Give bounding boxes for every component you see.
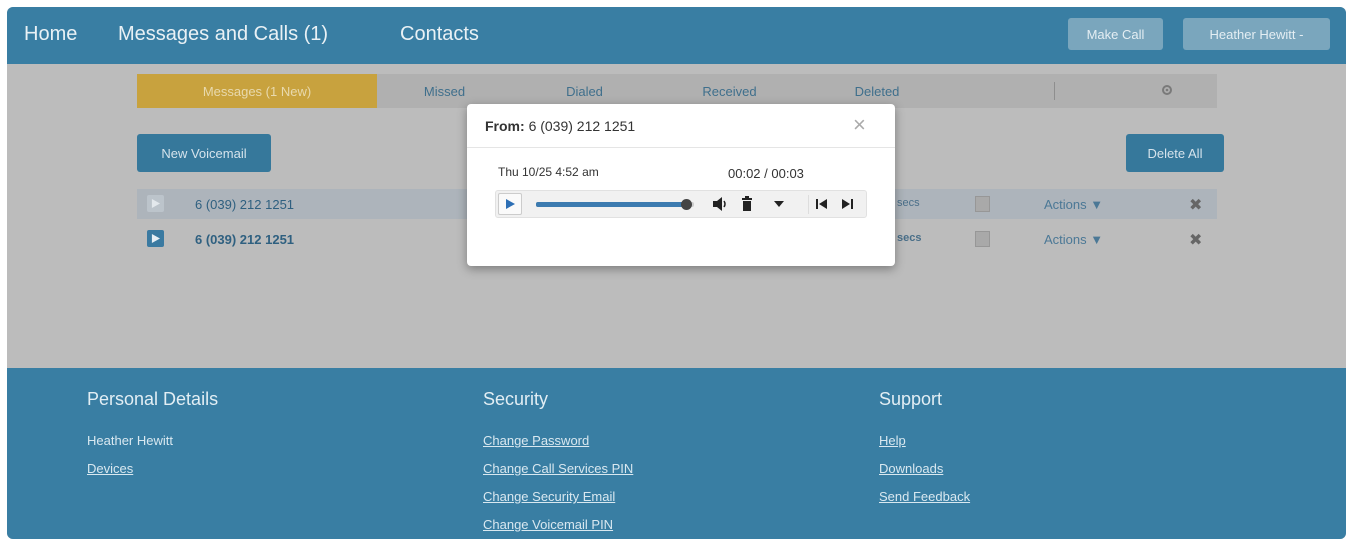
security-heading: Security xyxy=(483,389,549,409)
footer: Personal Details Heather Hewitt Devices … xyxy=(7,368,1346,539)
change-voicemail-pin-link[interactable]: Change Voicemail PIN xyxy=(483,517,613,532)
tab-deleted[interactable]: Deleted xyxy=(802,74,952,108)
dialog-header: From: 6 (039) 212 1251 × xyxy=(467,104,895,148)
app-window: Home Messages and Calls (1) Contacts Mak… xyxy=(7,7,1346,539)
delete-icon[interactable]: ✖ xyxy=(1189,195,1202,215)
gear-icon xyxy=(1161,84,1173,99)
play-icon[interactable] xyxy=(147,195,164,212)
settings-tab[interactable] xyxy=(1147,74,1187,108)
new-voicemail-button[interactable]: New Voicemail xyxy=(137,134,271,172)
playback-time: 00:02 / 00:03 xyxy=(728,166,804,181)
seek-progress xyxy=(536,202,687,207)
delete-all-button[interactable]: Delete All xyxy=(1126,134,1224,172)
devices-link[interactable]: Devices xyxy=(87,461,133,476)
seek-bar[interactable] xyxy=(536,202,694,207)
from-number: 6 (039) 212 1251 xyxy=(528,118,636,134)
skip-forward-icon[interactable] xyxy=(842,199,853,209)
delete-icon[interactable]: ✖ xyxy=(1189,230,1202,250)
skip-back-icon[interactable] xyxy=(816,199,827,209)
message-tabs: Messages (1 New) Missed Dialed Received … xyxy=(137,74,1217,108)
dialog-title: From: 6 (039) 212 1251 xyxy=(485,118,635,134)
caret-down-icon[interactable] xyxy=(774,199,784,209)
help-link[interactable]: Help xyxy=(879,433,906,448)
user-name: Heather Hewitt xyxy=(87,433,173,448)
play-icon[interactable] xyxy=(147,230,164,247)
audio-player xyxy=(495,190,867,218)
close-icon[interactable]: × xyxy=(853,112,866,138)
duration-label: secs xyxy=(897,232,922,244)
nav-contacts[interactable]: Contacts xyxy=(400,23,479,46)
send-feedback-link[interactable]: Send Feedback xyxy=(879,489,970,504)
seek-handle[interactable] xyxy=(681,199,693,210)
player-divider xyxy=(808,195,809,214)
make-call-button[interactable]: Make Call xyxy=(1068,18,1163,50)
user-menu-button[interactable]: Heather Hewitt - xyxy=(1183,18,1330,50)
caller-number[interactable]: 6 (039) 212 1251 xyxy=(195,232,294,247)
nav-home[interactable]: Home xyxy=(24,23,77,46)
transcript-icon[interactable] xyxy=(975,196,990,212)
caller-number[interactable]: 6 (039) 212 1251 xyxy=(195,197,294,212)
duration-label: secs xyxy=(897,197,920,209)
actions-dropdown[interactable]: Actions ▼ xyxy=(1044,232,1103,247)
tab-divider xyxy=(1054,82,1055,100)
play-icon[interactable] xyxy=(498,193,522,215)
tab-missed[interactable]: Missed xyxy=(377,74,512,108)
transcript-icon[interactable] xyxy=(975,231,990,247)
tab-messages[interactable]: Messages (1 New) xyxy=(137,74,377,108)
voicemail-player-dialog: From: 6 (039) 212 1251 × Thu 10/25 4:52 … xyxy=(467,104,895,266)
trash-icon[interactable] xyxy=(741,196,753,212)
downloads-link[interactable]: Downloads xyxy=(879,461,943,476)
from-label: From: xyxy=(485,118,525,134)
change-password-link[interactable]: Change Password xyxy=(483,433,589,448)
actions-dropdown[interactable]: Actions ▼ xyxy=(1044,197,1103,212)
message-date: Thu 10/25 4:52 am xyxy=(498,165,599,179)
nav-messages-and-calls[interactable]: Messages and Calls (1) xyxy=(118,23,328,46)
tab-dialed[interactable]: Dialed xyxy=(512,74,657,108)
personal-details-heading: Personal Details xyxy=(87,389,219,409)
volume-icon[interactable] xyxy=(712,196,730,212)
change-call-services-pin-link[interactable]: Change Call Services PIN xyxy=(483,461,633,476)
support-heading: Support xyxy=(879,389,943,409)
top-nav: Home Messages and Calls (1) Contacts Mak… xyxy=(7,7,1346,64)
change-security-email-link[interactable]: Change Security Email xyxy=(483,489,615,504)
tab-received[interactable]: Received xyxy=(657,74,802,108)
